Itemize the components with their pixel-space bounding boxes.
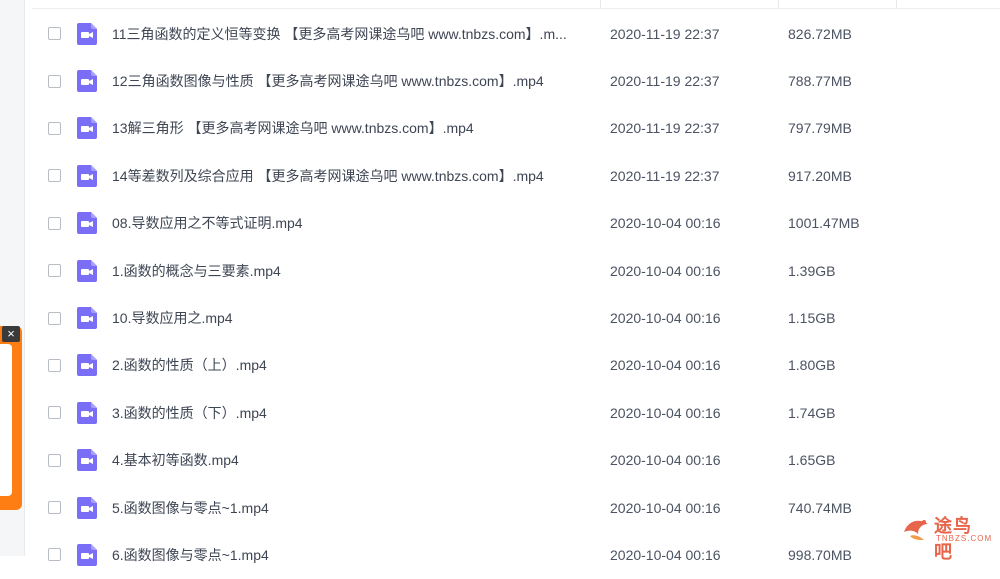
file-size: 797.79MB bbox=[788, 120, 852, 137]
file-checkbox[interactable] bbox=[48, 548, 61, 562]
video-file-icon bbox=[77, 543, 97, 566]
file-modified-date: 2020-11-19 22:37 bbox=[610, 25, 720, 42]
column-separator bbox=[600, 0, 601, 8]
file-size: 998.70MB bbox=[788, 546, 852, 563]
bird-logo-icon bbox=[904, 520, 928, 540]
file-row[interactable]: 11三角函数的定义恒等变换 【更多高考网课途乌吧 www.tnbzs.com】.… bbox=[32, 10, 1000, 57]
file-modified-date: 2020-10-04 00:16 bbox=[610, 262, 721, 279]
file-modified-date: 2020-10-04 00:16 bbox=[610, 310, 721, 327]
file-row[interactable]: 10.导数应用之.mp4 2020-10-04 00:16 1.15GB bbox=[32, 294, 1000, 341]
video-file-icon bbox=[77, 449, 97, 472]
side-ad-banner[interactable] bbox=[0, 326, 22, 510]
video-file-icon bbox=[77, 70, 97, 93]
file-size: 1.39GB bbox=[788, 262, 836, 279]
file-row[interactable]: 1.函数的概念与三要素.mp4 2020-10-04 00:16 1.39GB bbox=[32, 247, 1000, 294]
file-name[interactable]: 2.函数的性质（上）.mp4 bbox=[112, 355, 592, 375]
watermark-logo: 途鸟吧 TNBZS.COM bbox=[900, 506, 993, 563]
watermark-subtext: TNBZS.COM bbox=[936, 534, 993, 543]
file-modified-date: 2020-11-19 22:37 bbox=[610, 120, 720, 137]
file-name[interactable]: 10.导数应用之.mp4 bbox=[112, 308, 592, 328]
file-modified-date: 2020-10-04 00:16 bbox=[610, 452, 721, 469]
file-modified-date: 2020-11-19 22:37 bbox=[610, 167, 720, 184]
file-size: 1.15GB bbox=[788, 310, 836, 327]
file-name[interactable]: 1.函数的概念与三要素.mp4 bbox=[112, 261, 592, 281]
file-checkbox[interactable] bbox=[48, 501, 61, 515]
file-row[interactable]: 6.函数图像与零点~1.mp4 2020-10-04 00:16 998.70M… bbox=[32, 531, 1000, 578]
file-row[interactable]: 2.函数的性质（上）.mp4 2020-10-04 00:16 1.80GB bbox=[32, 342, 1000, 389]
file-checkbox[interactable] bbox=[48, 358, 61, 372]
file-checkbox[interactable] bbox=[48, 121, 61, 135]
video-file-icon bbox=[77, 401, 97, 424]
file-checkbox[interactable] bbox=[48, 169, 61, 183]
file-name[interactable]: 3.函数的性质（下）.mp4 bbox=[112, 403, 592, 423]
file-name[interactable]: 13解三角形 【更多高考网课途乌吧 www.tnbzs.com】.mp4 bbox=[112, 118, 592, 138]
file-modified-date: 2020-11-19 22:37 bbox=[610, 73, 720, 90]
file-modified-date: 2020-10-04 00:16 bbox=[610, 546, 721, 563]
file-row[interactable]: 13解三角形 【更多高考网课途乌吧 www.tnbzs.com】.mp4 202… bbox=[32, 105, 1000, 152]
file-size: 1.65GB bbox=[788, 452, 836, 469]
file-modified-date: 2020-10-04 00:16 bbox=[610, 357, 721, 374]
file-row[interactable]: 14等差数列及综合应用 【更多高考网课途乌吧 www.tnbzs.com】.mp… bbox=[32, 152, 1000, 199]
file-checkbox[interactable] bbox=[48, 264, 61, 278]
file-row[interactable]: 12三角函数图像与性质 【更多高考网课途乌吧 www.tnbzs.com】.mp… bbox=[32, 57, 1000, 104]
file-checkbox[interactable] bbox=[48, 27, 61, 41]
video-file-icon bbox=[77, 307, 97, 330]
file-name[interactable]: 14等差数列及综合应用 【更多高考网课途乌吧 www.tnbzs.com】.mp… bbox=[112, 166, 592, 186]
file-size: 740.74MB bbox=[788, 499, 852, 516]
video-file-icon bbox=[77, 259, 97, 282]
file-row[interactable]: 3.函数的性质（下）.mp4 2020-10-04 00:16 1.74GB bbox=[32, 389, 1000, 436]
file-name[interactable]: 08.导数应用之不等式证明.mp4 bbox=[112, 213, 592, 233]
file-row[interactable]: 4.基本初等函数.mp4 2020-10-04 00:16 1.65GB bbox=[32, 437, 1000, 484]
file-checkbox[interactable] bbox=[48, 74, 61, 88]
file-checkbox[interactable] bbox=[48, 406, 61, 420]
side-ad-content bbox=[0, 344, 12, 496]
video-file-icon bbox=[77, 22, 97, 45]
file-name[interactable]: 6.函数图像与零点~1.mp4 bbox=[112, 545, 592, 565]
video-file-icon bbox=[77, 117, 97, 140]
file-row[interactable]: 08.导数应用之不等式证明.mp4 2020-10-04 00:16 1001.… bbox=[32, 200, 1000, 247]
file-size: 826.72MB bbox=[788, 25, 852, 42]
file-name[interactable]: 11三角函数的定义恒等变换 【更多高考网课途乌吧 www.tnbzs.com】.… bbox=[112, 24, 592, 44]
file-name[interactable]: 5.函数图像与零点~1.mp4 bbox=[112, 498, 592, 518]
file-checkbox[interactable] bbox=[48, 453, 61, 467]
list-header-divider bbox=[32, 0, 1000, 9]
file-size: 1.80GB bbox=[788, 357, 836, 374]
column-separator bbox=[896, 0, 897, 8]
video-file-icon bbox=[77, 354, 97, 377]
file-modified-date: 2020-10-04 00:16 bbox=[610, 215, 721, 232]
video-file-icon bbox=[77, 164, 97, 187]
file-row[interactable]: 5.函数图像与零点~1.mp4 2020-10-04 00:16 740.74M… bbox=[32, 484, 1000, 531]
file-name[interactable]: 4.基本初等函数.mp4 bbox=[112, 450, 592, 470]
file-size: 1001.47MB bbox=[788, 215, 860, 232]
file-list: 11三角函数的定义恒等变换 【更多高考网课途乌吧 www.tnbzs.com】.… bbox=[32, 10, 1000, 579]
file-modified-date: 2020-10-04 00:16 bbox=[610, 499, 721, 516]
file-size: 917.20MB bbox=[788, 167, 852, 184]
file-size: 1.74GB bbox=[788, 404, 836, 421]
video-file-icon bbox=[77, 496, 97, 519]
file-checkbox[interactable] bbox=[48, 216, 61, 230]
file-name[interactable]: 12三角函数图像与性质 【更多高考网课途乌吧 www.tnbzs.com】.mp… bbox=[112, 71, 592, 91]
file-size: 788.77MB bbox=[788, 73, 852, 90]
video-file-icon bbox=[77, 212, 97, 235]
ad-close-button[interactable]: × bbox=[2, 326, 20, 342]
column-separator bbox=[778, 0, 779, 8]
file-checkbox[interactable] bbox=[48, 311, 61, 325]
file-modified-date: 2020-10-04 00:16 bbox=[610, 404, 721, 421]
